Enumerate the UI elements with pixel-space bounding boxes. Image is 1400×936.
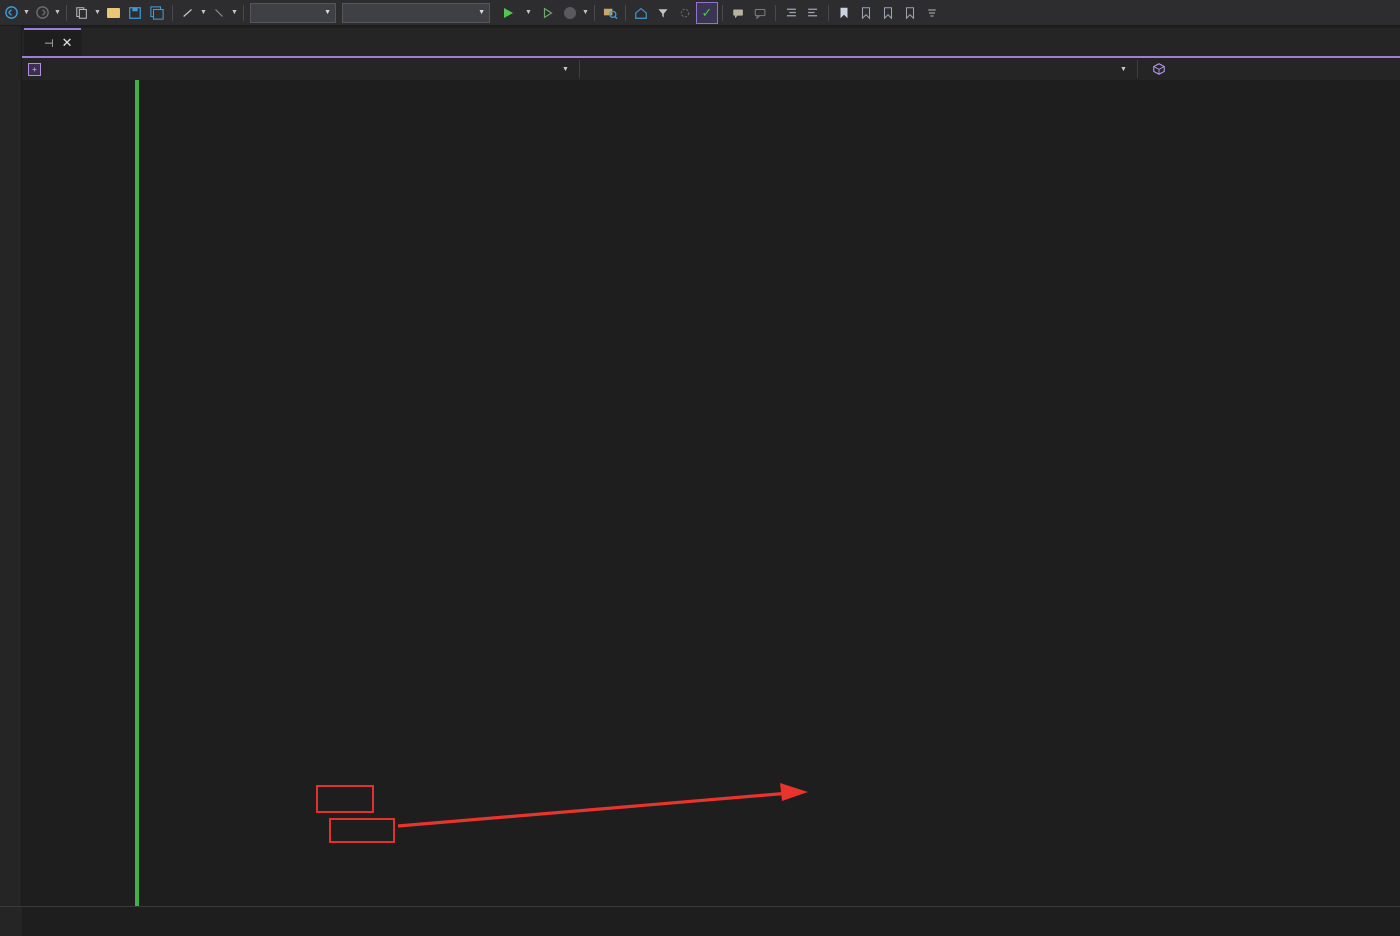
toolbar-divider <box>66 4 67 21</box>
change-indicator-bar <box>135 80 139 906</box>
save-all-icon[interactable] <box>146 2 168 24</box>
home-icon[interactable] <box>630 2 652 24</box>
chevron-down-icon[interactable]: ▼ <box>1120 66 1127 73</box>
close-icon[interactable]: ✕ <box>62 35 73 51</box>
indent-icon[interactable] <box>780 2 802 24</box>
toolbar-divider <box>243 4 244 21</box>
find-in-files-icon[interactable] <box>599 2 621 24</box>
comment-selection-icon[interactable] <box>727 2 749 24</box>
toolbar-divider <box>172 4 173 21</box>
start-debug-button[interactable] <box>500 7 518 18</box>
start-debug-dropdown-icon[interactable]: ▼ <box>524 9 533 16</box>
navigate-forward-icon[interactable] <box>208 2 230 24</box>
navigation-bar: + ▼ ▼ <box>22 56 1400 80</box>
uncomment-selection-icon[interactable] <box>749 2 771 24</box>
toolbar-group-file: ▼ <box>71 0 168 25</box>
member-select[interactable] <box>1138 57 1400 81</box>
project-select[interactable]: + <box>22 57 562 81</box>
stop-dropdown-icon[interactable]: ▼ <box>581 9 590 16</box>
toolbar-group-nav: ▼ ▼ <box>177 0 239 25</box>
navigate-forward-dropdown-icon[interactable]: ▼ <box>230 9 239 16</box>
toolbar-divider <box>775 4 776 21</box>
toolbar-divider <box>828 4 829 21</box>
toolbox-panel-strip[interactable] <box>0 26 22 936</box>
document-tab-bar: ⊣ ✕ <box>22 28 1400 56</box>
stop-icon[interactable] <box>559 2 581 24</box>
new-project-icon[interactable] <box>71 2 93 24</box>
code-editor[interactable] <box>22 80 1400 906</box>
refresh-icon[interactable] <box>674 2 696 24</box>
outdent-icon[interactable] <box>802 2 824 24</box>
new-project-dropdown-icon[interactable]: ▼ <box>93 9 102 16</box>
toggle-bookmark-icon[interactable] <box>833 2 855 24</box>
bottom-strip <box>0 906 1400 936</box>
tab-source-cpp[interactable]: ⊣ ✕ <box>24 28 81 56</box>
prev-bookmark-icon[interactable] <box>855 2 877 24</box>
start-debug-icon <box>504 7 513 18</box>
cpp-project-icon: + <box>28 62 41 76</box>
chevron-down-icon[interactable]: ▼ <box>562 66 569 73</box>
configuration-select[interactable]: ▼ <box>250 2 336 23</box>
navigate-backward-icon[interactable] <box>177 2 199 24</box>
next-bookmark-icon[interactable] <box>877 2 899 24</box>
pin-icon[interactable]: ⊣ <box>44 37 54 50</box>
navigate-backward-dropdown-icon[interactable]: ▼ <box>199 9 208 16</box>
open-file-icon[interactable] <box>102 2 124 24</box>
undo-icon[interactable] <box>0 2 22 24</box>
chevron-down-icon: ▼ <box>324 9 331 16</box>
method-cube-icon <box>1152 62 1166 76</box>
attach-process-icon[interactable] <box>537 2 559 24</box>
undo-dropdown-icon[interactable]: ▼ <box>22 9 31 16</box>
bookmark-overflow-icon[interactable] <box>921 2 943 24</box>
redo-icon[interactable] <box>31 2 53 24</box>
toolbar-divider <box>594 4 595 21</box>
redo-dropdown-icon[interactable]: ▼ <box>53 9 62 16</box>
platform-select[interactable]: ▼ <box>342 2 490 23</box>
toolbar-divider <box>722 4 723 21</box>
scope-select[interactable] <box>580 57 1120 81</box>
toolbar-divider <box>625 4 626 21</box>
toolbar-group-history: ▼ ▼ <box>0 0 62 25</box>
check-icon[interactable]: ✓ <box>696 1 718 24</box>
filter-icon[interactable] <box>652 2 674 24</box>
bottom-strip-left <box>0 907 22 936</box>
line-number-gutter <box>22 80 130 906</box>
main-toolbar: ▼ ▼ ▼ ▼ ▼ ▼ ▼ ▼ ▼ ✓ <box>0 0 1400 26</box>
chevron-down-icon: ▼ <box>478 9 485 16</box>
save-icon[interactable] <box>124 2 146 24</box>
clear-bookmarks-icon[interactable] <box>899 2 921 24</box>
